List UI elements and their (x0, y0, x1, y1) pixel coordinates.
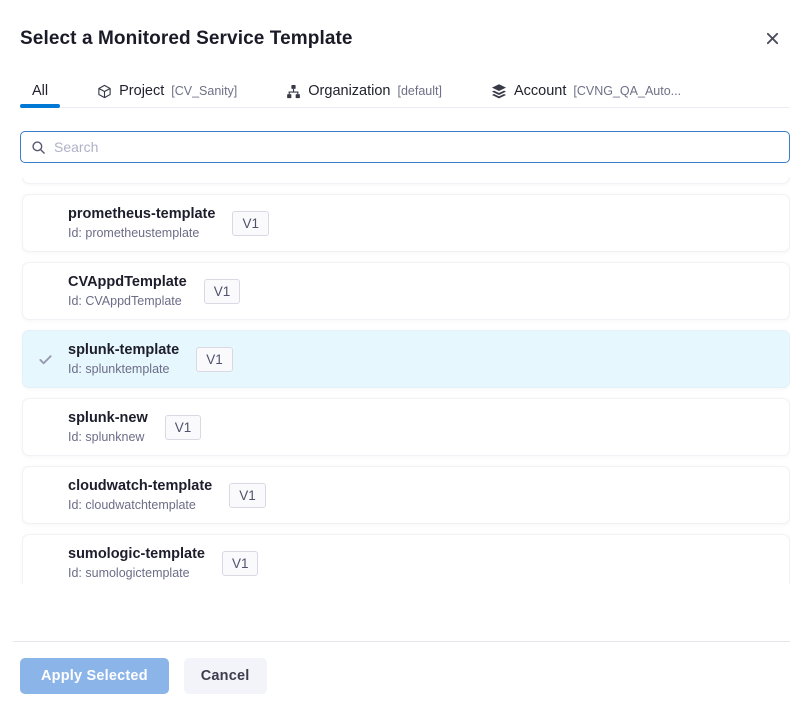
template-name: cloudwatch-template (68, 478, 212, 494)
search-input[interactable] (54, 139, 779, 155)
template-id: Id: CVAppdTemplate (68, 294, 187, 308)
template-name: sumologic-template (68, 546, 205, 562)
template-id: Id: sumologictemplate (68, 566, 205, 580)
template-row[interactable]: cloudwatch-template Id: cloudwatchtempla… (22, 466, 790, 524)
template-name: splunk-new (68, 410, 148, 426)
tab-organization[interactable]: Organization [default] (274, 75, 454, 107)
version-badge: V1 (196, 347, 233, 372)
page-title: Select a Monitored Service Template (20, 27, 353, 50)
template-info: splunk-new Id: splunknew (68, 410, 148, 444)
template-row[interactable]: splunk-new Id: splunknew V1 (22, 398, 790, 456)
template-info: sumologic-template Id: sumologictemplate (68, 546, 205, 580)
template-list: prometheus-template Id: prometheustempla… (20, 177, 790, 584)
version-badge: V1 (165, 415, 202, 440)
template-name: CVAppdTemplate (68, 274, 187, 290)
tab-scope: [CVNG_QA_Auto... (573, 84, 681, 98)
tab-project[interactable]: Project [CV_Sanity] (85, 75, 249, 107)
template-name: splunk-template (68, 342, 179, 358)
template-info: cloudwatch-template Id: cloudwatchtempla… (68, 478, 212, 512)
version-badge: V1 (232, 211, 269, 236)
tab-label: Project (119, 83, 164, 99)
template-id: Id: cloudwatchtemplate (68, 498, 212, 512)
tab-all[interactable]: All (20, 75, 60, 107)
template-row-partial[interactable] (22, 177, 790, 184)
hierarchy-icon (286, 84, 301, 99)
apply-selected-button[interactable]: Apply Selected (20, 658, 169, 694)
template-id: Id: prometheustemplate (68, 226, 215, 240)
close-icon (765, 34, 780, 49)
cancel-button[interactable]: Cancel (184, 658, 267, 694)
cube-icon (97, 84, 112, 99)
tab-label: Account (514, 83, 566, 99)
template-row[interactable]: splunk-template Id: splunktemplate V1 (22, 330, 790, 388)
modal-header: Select a Monitored Service Template (20, 27, 790, 50)
template-info: prometheus-template Id: prometheustempla… (68, 206, 215, 240)
version-badge: V1 (229, 483, 266, 508)
check-icon (23, 352, 68, 367)
version-badge: V1 (222, 551, 259, 576)
tab-label: All (32, 83, 48, 99)
template-id: Id: splunktemplate (68, 362, 179, 376)
select-template-modal: Select a Monitored Service Template All … (0, 0, 807, 712)
template-row[interactable]: prometheus-template Id: prometheustempla… (22, 194, 790, 252)
tab-scope: [CV_Sanity] (171, 84, 237, 98)
layers-icon (491, 83, 507, 99)
version-badge: V1 (204, 279, 241, 304)
search-bar (20, 131, 790, 163)
template-id: Id: splunknew (68, 430, 148, 444)
template-name: prometheus-template (68, 206, 215, 222)
search-icon (31, 140, 46, 155)
tab-account[interactable]: Account [CVNG_QA_Auto... (479, 75, 693, 107)
scope-tabs: All Project [CV_Sanity] (20, 75, 790, 108)
template-row[interactable]: sumologic-template Id: sumologictemplate… (22, 534, 790, 584)
footer: Apply Selected Cancel (20, 642, 790, 694)
template-info: CVAppdTemplate Id: CVAppdTemplate (68, 274, 187, 308)
close-button[interactable] (763, 29, 782, 48)
tab-scope: [default] (398, 84, 442, 98)
tab-label: Organization (308, 83, 390, 99)
template-info: splunk-template Id: splunktemplate (68, 342, 179, 376)
template-row[interactable]: CVAppdTemplate Id: CVAppdTemplate V1 (22, 262, 790, 320)
